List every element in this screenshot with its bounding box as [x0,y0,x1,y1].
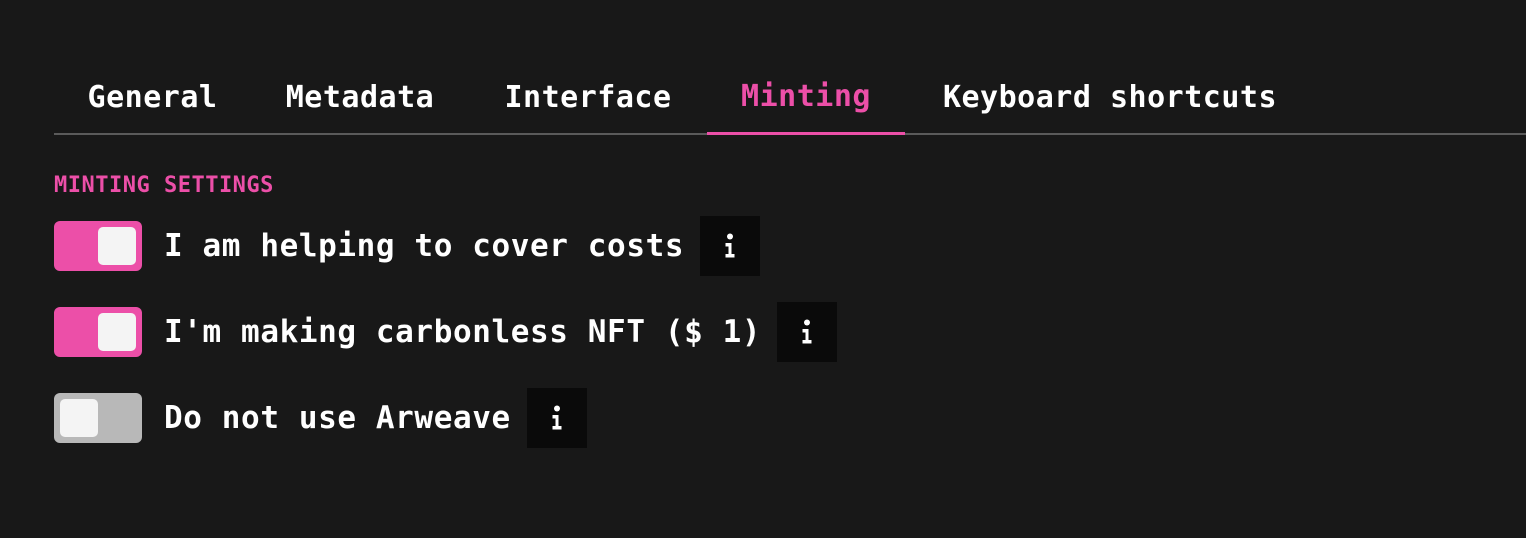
info-icon [725,233,735,258]
arweave-label: Do not use Arweave [164,400,511,436]
tab-metadata-label: Metadata [285,80,435,115]
section-title: MINTING SETTINGS [54,173,274,198]
tab-interface-label: Interface [504,80,672,115]
toggle-knob [98,227,136,265]
info-icon [552,405,562,430]
cover-costs-label: I am helping to cover costs [164,228,685,264]
cover-costs-toggle[interactable] [54,221,142,271]
toggle-knob [60,399,98,437]
info-button[interactable] [777,302,838,362]
tab-minting-label: Minting [741,78,871,114]
toggle-knob [98,313,136,351]
tab-keyboard-shortcuts-label: Keyboard shortcuts [942,80,1278,115]
info-button[interactable] [700,216,761,276]
info-button[interactable] [526,388,587,448]
carbonless-nft-label: I'm making carbonless NFT ($ 1) [164,314,762,350]
tab-keyboard-shortcuts[interactable]: Keyboard shortcuts [905,60,1315,135]
tab-general[interactable]: General [54,60,251,135]
tab-minting[interactable]: Minting [707,60,905,135]
setting-row-arweave: Do not use Arweave [54,388,587,448]
tab-interface[interactable]: Interface [469,60,707,135]
arweave-toggle[interactable] [54,393,142,443]
setting-row-carbonless-nft: I'm making carbonless NFT ($ 1) [54,302,838,362]
settings-tab-bar: General Metadata Interface Minting Keybo… [54,60,1526,135]
tab-metadata[interactable]: Metadata [251,60,469,135]
info-icon [802,319,812,344]
tab-general-label: General [87,80,218,115]
carbonless-nft-toggle[interactable] [54,307,142,357]
setting-row-cover-costs: I am helping to cover costs [54,216,761,276]
